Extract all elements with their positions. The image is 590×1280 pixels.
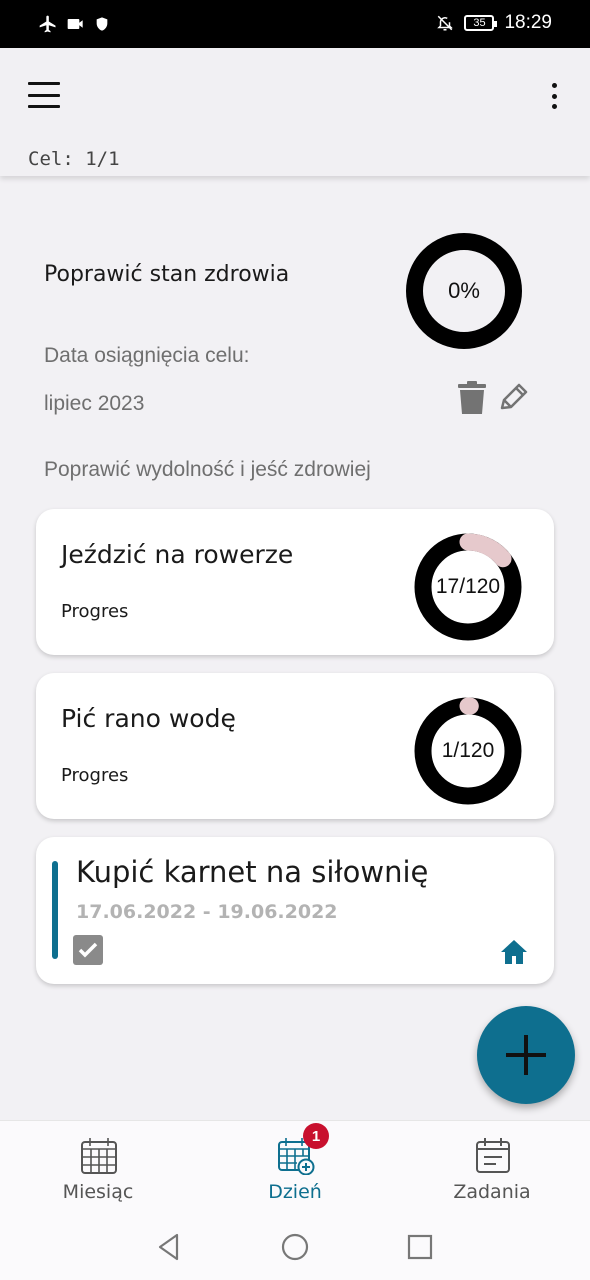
nav-label-day: Dzień — [268, 1181, 322, 1203]
add-button[interactable] — [477, 1006, 575, 1104]
home-icon — [501, 940, 527, 964]
recents-icon[interactable] — [406, 1233, 434, 1261]
status-icons-right: 35 18:29 — [436, 12, 552, 34]
task-accent-bar — [52, 861, 58, 959]
status-icons-left — [38, 14, 110, 34]
status-time: 18:29 — [504, 12, 552, 33]
nav-item-day[interactable]: 1 Dzień — [197, 1121, 393, 1217]
goal-progress-ring: 0% — [406, 233, 522, 349]
tasks-icon — [476, 1138, 510, 1173]
habit-progress-label: 17/120 — [435, 575, 501, 598]
task-dates: 17.06.2022 - 19.06.2022 — [76, 901, 338, 923]
goal-counter: Cel: 1/1 — [28, 148, 120, 170]
task-card[interactable]: Kupić karnet na siłownię 17.06.2022 - 19… — [36, 837, 554, 984]
goal-title: Poprawić stan zdrowia — [44, 262, 290, 287]
habit-subtitle: Progres — [61, 765, 129, 786]
battery-level: 35 — [473, 17, 486, 29]
edit-icon[interactable] — [496, 381, 530, 415]
check-icon — [78, 942, 98, 958]
notification-badge: 1 — [303, 1123, 329, 1149]
habit-progress-ring: 1/120 — [414, 697, 522, 805]
airplane-icon — [39, 15, 56, 33]
habit-title: Pić rano wodę — [61, 704, 236, 733]
nav-label-tasks: Zadania — [453, 1181, 531, 1203]
battery-icon: 35 — [464, 15, 498, 31]
goal-date: lipiec 2023 — [44, 392, 145, 415]
habit-card[interactable]: Pić rano wodę Progres 1/120 — [36, 673, 554, 819]
nav-label-month: Miesiąc — [62, 1181, 134, 1203]
habit-title: Jeździć na rowerze — [61, 540, 294, 569]
habit-card[interactable]: Jeździć na rowerze Progres 17/120 — [36, 509, 554, 655]
system-nav-bar — [0, 1216, 590, 1280]
goal-description: Poprawić wydolność i jeść zdrowiej — [44, 458, 371, 481]
habit-progress-label: 1/120 — [441, 739, 495, 762]
home-nav-icon[interactable] — [280, 1232, 310, 1262]
plus-icon — [506, 1035, 546, 1075]
task-checkbox[interactable] — [73, 935, 103, 965]
bottom-nav: Miesiąc 1 Dzień Zadania — [0, 1120, 590, 1216]
app-bar: Cel: 1/1 — [0, 48, 590, 176]
shield-icon — [96, 17, 108, 31]
trash-icon[interactable] — [457, 381, 487, 415]
video-icon — [67, 19, 83, 29]
hamburger-icon[interactable] — [28, 82, 60, 108]
bell-off-icon — [437, 15, 454, 31]
back-icon[interactable] — [155, 1232, 183, 1262]
task-title: Kupić karnet na siłownię — [76, 855, 429, 889]
goal-date-label: Data osiągnięcia celu: — [44, 344, 250, 367]
nav-item-month[interactable]: Miesiąc — [0, 1121, 196, 1217]
habit-progress-ring: 17/120 — [414, 533, 522, 641]
status-bar: 35 18:29 — [0, 0, 590, 48]
calendar-month-icon — [81, 1138, 117, 1174]
habit-subtitle: Progres — [61, 601, 129, 622]
nav-item-tasks[interactable]: Zadania — [394, 1121, 590, 1217]
goal-progress-label: 0% — [448, 278, 480, 303]
more-vert-icon[interactable] — [549, 83, 559, 109]
